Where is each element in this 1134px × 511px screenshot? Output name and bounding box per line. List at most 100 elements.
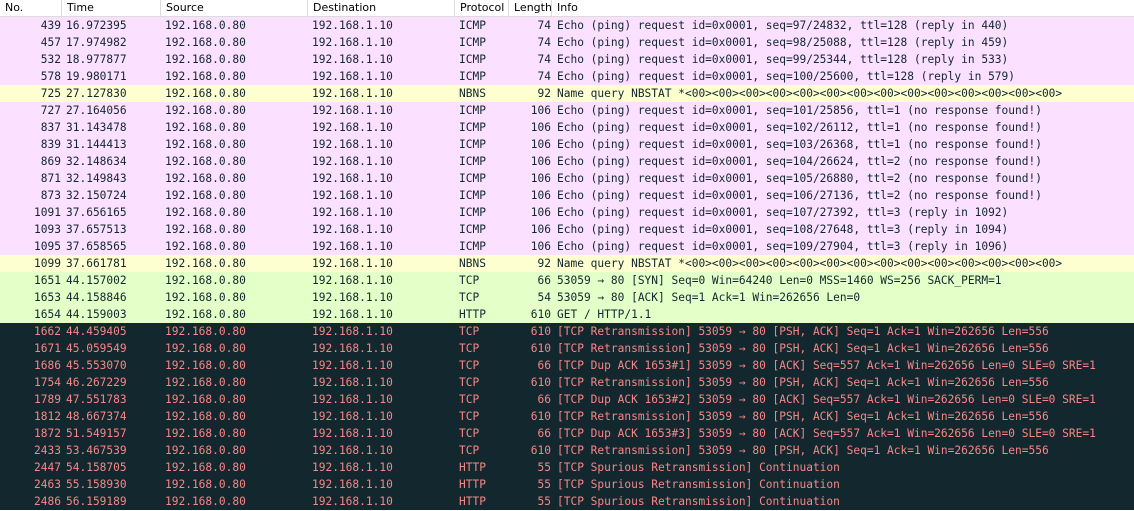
packet-source: 192.168.0.80	[165, 478, 246, 491]
packet-number: 1686	[34, 359, 61, 372]
table-row[interactable]: 725 27.127830 192.168.0.80 192.168.1.10 NBNS…	[0, 85, 1134, 102]
packet-time: 46.267229	[66, 376, 127, 389]
packet-destination: 192.168.1.10	[312, 257, 393, 270]
packet-protocol: TCP	[459, 393, 480, 406]
packet-destination: 192.168.1.10	[312, 240, 393, 253]
packet-source: 192.168.0.80	[165, 138, 246, 151]
table-row[interactable]: 1662 44.459405 192.168.0.80 192.168.1.10 TCP…	[0, 323, 1134, 340]
packet-protocol: TCP	[459, 291, 480, 304]
table-row[interactable]: 1095 37.658565 192.168.0.80 192.168.1.10 ICM…	[0, 238, 1134, 255]
packet-source: 192.168.0.80	[165, 70, 246, 83]
packet-length: 55	[537, 495, 551, 508]
packet-number: 2486	[34, 495, 61, 508]
table-row[interactable]: 1872 51.549157 192.168.0.80 192.168.1.10 TCP…	[0, 425, 1134, 442]
column-header-protocol[interactable]: Protocol	[455, 0, 509, 16]
packet-destination: 192.168.1.10	[312, 495, 393, 508]
table-row[interactable]: 2486 56.159189 192.168.0.80 192.168.1.10 HTT…	[0, 493, 1134, 510]
packet-destination: 192.168.1.10	[312, 189, 393, 202]
packet-time: 37.657513	[66, 223, 127, 236]
packet-length: 106	[530, 104, 551, 117]
packet-time: 32.149843	[66, 172, 127, 185]
table-row[interactable]: 2463 55.158930 192.168.0.80 192.168.1.10 HTT…	[0, 476, 1134, 493]
packet-source: 192.168.0.80	[165, 121, 246, 134]
packet-info: Echo (ping) request id=0x0001, seq=97/24…	[557, 19, 1009, 32]
packet-destination: 192.168.1.10	[312, 308, 393, 321]
packet-source: 192.168.0.80	[165, 257, 246, 270]
table-row[interactable]: 869 32.148634 192.168.0.80 192.168.1.10 ICMP…	[0, 153, 1134, 170]
table-row[interactable]: 1812 48.667374 192.168.0.80 192.168.1.10 TCP…	[0, 408, 1134, 425]
table-row[interactable]: 532 18.977877 192.168.0.80 192.168.1.10 ICMP…	[0, 51, 1134, 68]
packet-number: 871	[40, 172, 61, 185]
packet-length: 106	[530, 172, 551, 185]
packet-length: 66	[537, 359, 551, 372]
table-row[interactable]: 1091 37.656165 192.168.0.80 192.168.1.10 ICM…	[0, 204, 1134, 221]
packet-length: 610	[530, 376, 551, 389]
packet-info: 53059 → 80 [SYN] Seq=0 Win=64240 Len=0 M…	[557, 274, 1002, 287]
packet-source: 192.168.0.80	[165, 274, 246, 287]
packet-info: Echo (ping) request id=0x0001, seq=103/2…	[557, 138, 1042, 151]
table-row[interactable]: 2447 54.158705 192.168.0.80 192.168.1.10 HTT…	[0, 459, 1134, 476]
table-row[interactable]: 837 31.143478 192.168.0.80 192.168.1.10 ICMP…	[0, 119, 1134, 136]
packet-destination: 192.168.1.10	[312, 53, 393, 66]
column-header-destination[interactable]: Destination	[308, 0, 455, 16]
packet-time: 44.459405	[66, 325, 127, 338]
packet-info: [TCP Retransmission] 53059 → 80 [PSH, AC…	[557, 376, 1049, 389]
table-row[interactable]: 873 32.150724 192.168.0.80 192.168.1.10 ICMP…	[0, 187, 1134, 204]
packet-time: 37.656165	[66, 206, 127, 219]
table-row[interactable]: 1789 47.551783 192.168.0.80 192.168.1.10 TCP…	[0, 391, 1134, 408]
packet-length: 106	[530, 206, 551, 219]
packet-number: 1872	[34, 427, 61, 440]
packet-destination: 192.168.1.10	[312, 104, 393, 117]
packet-time: 32.148634	[66, 155, 127, 168]
table-row[interactable]: 1099 37.661781 192.168.0.80 192.168.1.10 NBN…	[0, 255, 1134, 272]
table-row[interactable]: 1671 45.059549 192.168.0.80 192.168.1.10 TCP…	[0, 340, 1134, 357]
packet-protocol: ICMP	[459, 53, 486, 66]
packet-protocol: TCP	[459, 444, 480, 457]
packet-protocol: TCP	[459, 342, 480, 355]
packet-info: [TCP Dup ACK 1653#3] 53059 → 80 [ACK] Se…	[557, 427, 1096, 440]
table-row[interactable]: 457 17.974982 192.168.0.80 192.168.1.10 ICMP…	[0, 34, 1134, 51]
column-header-info[interactable]: Info	[552, 0, 1134, 16]
packet-protocol: ICMP	[459, 172, 486, 185]
packet-number: 1091	[34, 206, 61, 219]
packet-protocol: ICMP	[459, 104, 486, 117]
packet-info: Echo (ping) request id=0x0001, seq=101/2…	[557, 104, 1042, 117]
packet-source: 192.168.0.80	[165, 155, 246, 168]
table-row[interactable]: 871 32.149843 192.168.0.80 192.168.1.10 ICMP…	[0, 170, 1134, 187]
packet-length: 106	[530, 189, 551, 202]
table-row[interactable]: 439 16.972395 192.168.0.80 192.168.1.10 ICMP…	[0, 17, 1134, 34]
packet-time: 44.157002	[66, 274, 127, 287]
packet-info: [TCP Spurious Retransmission] Continuati…	[557, 495, 840, 508]
packet-number: 1654	[34, 308, 61, 321]
packet-list[interactable]: No. Time Source Destination Protocol Len…	[0, 0, 1134, 511]
packet-length: 610	[530, 410, 551, 423]
table-row[interactable]: 1653 44.158846 192.168.0.80 192.168.1.10 TCP…	[0, 289, 1134, 306]
column-header-time[interactable]: Time	[62, 0, 161, 16]
table-row[interactable]: 727 27.164056 192.168.0.80 192.168.1.10 ICMP…	[0, 102, 1134, 119]
packet-destination: 192.168.1.10	[312, 70, 393, 83]
column-header-no[interactable]: No.	[0, 0, 62, 16]
packet-number: 1754	[34, 376, 61, 389]
table-row[interactable]: 1093 37.657513 192.168.0.80 192.168.1.10 ICM…	[0, 221, 1134, 238]
table-row[interactable]: 1651 44.157002 192.168.0.80 192.168.1.10 TCP…	[0, 272, 1134, 289]
packet-destination: 192.168.1.10	[312, 376, 393, 389]
packet-time: 19.980171	[66, 70, 127, 83]
table-row[interactable]: 578 19.980171 192.168.0.80 192.168.1.10 ICMP…	[0, 68, 1134, 85]
packet-source: 192.168.0.80	[165, 104, 246, 117]
table-row[interactable]: 839 31.144413 192.168.0.80 192.168.1.10 ICMP…	[0, 136, 1134, 153]
table-row[interactable]: 1754 46.267229 192.168.0.80 192.168.1.10 TCP…	[0, 374, 1134, 391]
table-row[interactable]: 2433 53.467539 192.168.0.80 192.168.1.10 TCP…	[0, 442, 1134, 459]
packet-time: 51.549157	[66, 427, 127, 440]
packet-destination: 192.168.1.10	[312, 19, 393, 32]
column-header-source[interactable]: Source	[161, 0, 308, 16]
table-row[interactable]: 1686 45.553070 192.168.0.80 192.168.1.10 TCP…	[0, 357, 1134, 374]
packet-length: 106	[530, 240, 551, 253]
column-header: No. Time Source Destination Protocol Len…	[0, 0, 1134, 17]
packet-source: 192.168.0.80	[165, 87, 246, 100]
packet-destination: 192.168.1.10	[312, 478, 393, 491]
column-header-length[interactable]: Length	[509, 0, 552, 16]
packet-info: [TCP Spurious Retransmission] Continuati…	[557, 478, 840, 491]
packet-time: 32.150724	[66, 189, 127, 202]
table-row[interactable]: 1654 44.159003 192.168.0.80 192.168.1.10 HTT…	[0, 306, 1134, 323]
packet-protocol: HTTP	[459, 495, 486, 508]
